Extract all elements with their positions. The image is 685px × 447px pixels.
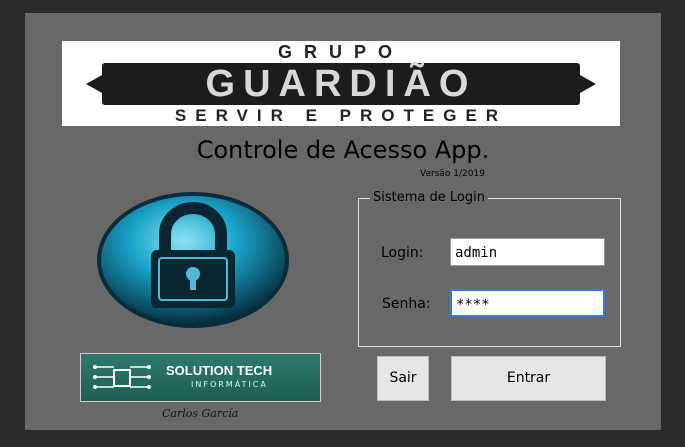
- password-input[interactable]: ****: [450, 289, 605, 317]
- brand-subtitle: INFORMÁTICA: [191, 380, 268, 389]
- logo-bottom-text: SERVIR E PROTEGER: [174, 106, 508, 125]
- login-groupbox: [358, 198, 621, 347]
- padlock-icon: [97, 192, 289, 328]
- developer-signature: Carlos García: [162, 407, 239, 420]
- login-input[interactable]: admin: [450, 238, 605, 266]
- login-window: GRUPO GUARDIÃO SERVIR E PROTEGER Control…: [25, 13, 661, 430]
- grupo-guardiao-logo: GRUPO GUARDIÃO SERVIR E PROTEGER: [62, 41, 620, 126]
- version-label: Versão 1/2019: [420, 169, 485, 179]
- circuit-chip-icon: [93, 365, 151, 389]
- page-title: Controle de Acesso App.: [196, 136, 490, 164]
- login-group-legend: Sistema de Login: [370, 190, 488, 205]
- logo-main-text: GUARDIÃO: [205, 63, 477, 105]
- solution-tech-logo: SOLUTION TECH INFORMÁTICA: [80, 353, 321, 402]
- exit-button[interactable]: Sair: [377, 356, 429, 401]
- brand-name: SOLUTION TECH: [166, 363, 273, 378]
- password-label: Senha:: [382, 296, 431, 312]
- login-label: Login:: [381, 245, 424, 261]
- enter-button[interactable]: Entrar: [451, 356, 606, 401]
- logo-top-text: GRUPO: [277, 42, 404, 62]
